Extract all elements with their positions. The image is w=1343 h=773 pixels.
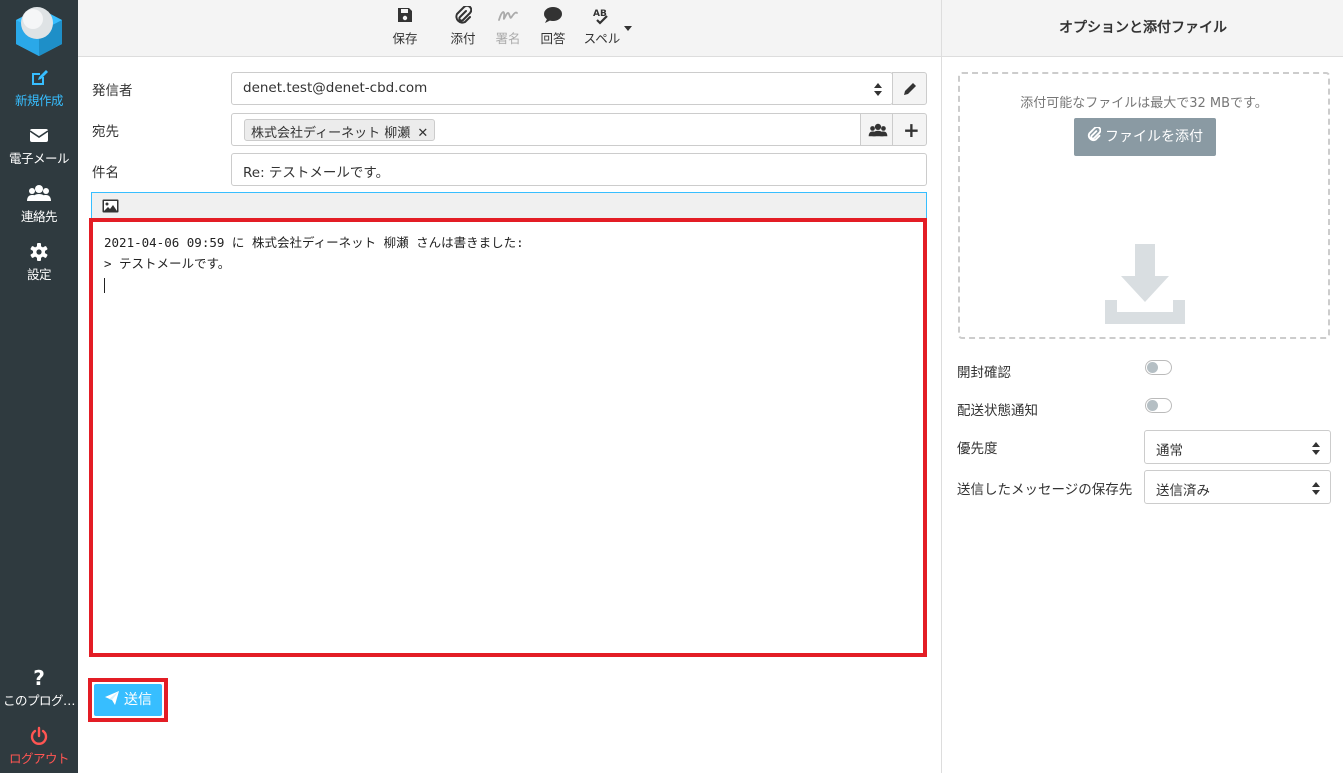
sidebar-item-label: 電子メール — [8, 151, 70, 166]
quoted-line: > テストメールです。 — [104, 256, 231, 271]
envelope-icon — [0, 122, 78, 146]
power-icon — [0, 722, 78, 746]
response-button[interactable]: 回答 — [537, 6, 569, 47]
sidebar-item-label: 連絡先 — [20, 209, 58, 224]
send-button-highlight: 送信 — [88, 678, 168, 722]
sidebar-item-label: このプログ… — [2, 693, 76, 708]
sidebar-item-label: 設定 — [26, 267, 52, 282]
app-logo — [12, 4, 66, 56]
comment-icon — [537, 6, 569, 28]
dsn-toggle[interactable] — [1145, 398, 1172, 413]
question-icon: ? — [33, 666, 45, 690]
pencil-icon — [902, 81, 918, 101]
from-select[interactable]: denet.test@denet-cbd.com — [231, 72, 893, 105]
paperclip-icon — [447, 4, 479, 28]
select-arrows-icon — [1312, 482, 1320, 499]
users-icon — [0, 180, 78, 204]
logout-button[interactable]: ログアウト — [0, 722, 78, 773]
subject-label: 件名 — [92, 165, 119, 181]
sidebar-item-about[interactable]: ? このプログ… — [0, 664, 78, 718]
to-input[interactable]: 株式会社ディーネット 柳瀬 ✕ — [231, 113, 861, 146]
floppy-icon — [388, 6, 422, 28]
image-icon[interactable] — [102, 199, 119, 217]
address-book-button[interactable] — [860, 113, 893, 146]
attach-file-button[interactable]: ファイルを添付 — [1074, 118, 1216, 156]
options-title: オプションと添付ファイル — [942, 0, 1343, 57]
spellcheck-icon: AB — [581, 6, 623, 28]
compose-icon — [0, 64, 78, 88]
remove-recipient-icon[interactable]: ✕ — [417, 126, 428, 141]
sidebar: 新規作成 電子メール 連絡先 設定 ? このプログ… ログアウト — [0, 0, 78, 773]
send-button[interactable]: 送信 — [94, 684, 162, 716]
message-body-editor[interactable]: 2021-04-06 09:59 に 株式会社ディーネット 柳瀬 さんは書きまし… — [89, 218, 927, 657]
read-receipt-label: 開封確認 — [957, 365, 1011, 381]
users-icon — [868, 123, 888, 141]
text-cursor — [104, 278, 105, 293]
save-sent-select[interactable]: 送信済み — [1144, 470, 1331, 504]
save-button[interactable]: 保存 — [388, 6, 422, 47]
attachment-dropzone[interactable]: 添付可能なファイルは最大で32 MBです。 ファイルを添付 — [958, 72, 1330, 339]
download-icon — [1103, 242, 1187, 330]
recipient-tag: 株式会社ディーネット 柳瀬 ✕ — [244, 119, 436, 141]
edit-identity-button[interactable] — [892, 72, 927, 105]
paper-plane-icon — [105, 691, 119, 705]
read-receipt-toggle[interactable] — [1145, 360, 1172, 375]
sidebar-item-label: 新規作成 — [14, 93, 64, 108]
attach-button[interactable]: 添付 — [447, 4, 479, 47]
editor-toolbar — [91, 192, 927, 219]
quote-header: 2021-04-06 09:59 に 株式会社ディーネット 柳瀬 さんは書きまし… — [104, 235, 524, 250]
sidebar-item-label: ログアウト — [8, 751, 70, 766]
save-sent-label: 送信したメッセージの保存先 — [957, 482, 1133, 498]
to-label: 宛先 — [92, 124, 119, 140]
gear-icon — [0, 238, 78, 262]
select-arrows-icon — [874, 83, 882, 100]
priority-select[interactable]: 通常 — [1144, 430, 1331, 464]
sidebar-item-settings[interactable]: 設定 — [0, 238, 78, 292]
options-panel: オプションと添付ファイル 添付可能なファイルは最大で32 MBです。 ファイルを… — [941, 0, 1343, 773]
select-arrows-icon — [1312, 442, 1320, 459]
sidebar-item-contacts[interactable]: 連絡先 — [0, 180, 78, 234]
dsn-label: 配送状態通知 — [957, 403, 1038, 419]
spell-button[interactable]: AB スペル — [581, 6, 623, 47]
attachment-size-hint: 添付可能なファイルは最大で32 MBです。 — [1020, 96, 1268, 111]
paperclip-icon — [1087, 126, 1102, 142]
subject-input[interactable]: Re: テストメールです。 — [231, 153, 927, 186]
sidebar-item-mail[interactable]: 電子メール — [0, 122, 78, 176]
from-label: 発信者 — [92, 83, 133, 99]
plus-icon: + — [903, 118, 920, 142]
sidebar-item-compose[interactable]: 新規作成 — [0, 64, 78, 118]
spell-dropdown-icon[interactable] — [624, 21, 632, 36]
signature-button[interactable]: 署名 — [492, 6, 524, 47]
add-header-button[interactable]: + — [892, 113, 927, 146]
compose-toolbar: 保存 添付 署名 回答 AB スペル — [78, 0, 941, 57]
priority-label: 優先度 — [957, 441, 998, 457]
signature-icon — [492, 6, 524, 28]
